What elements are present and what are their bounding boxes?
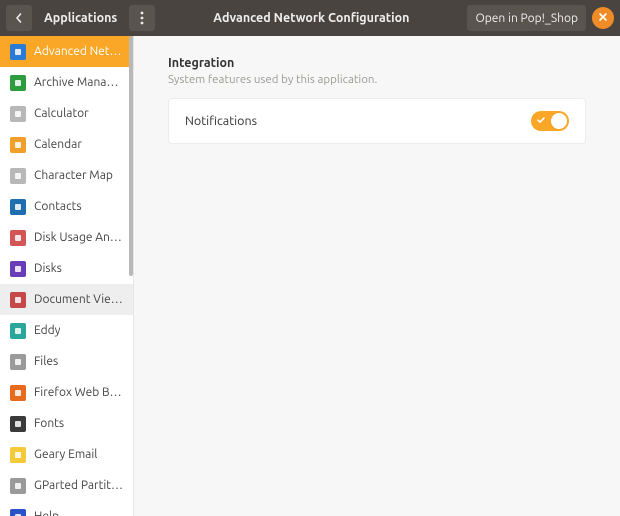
sidebar-item-contacts[interactable]: Contacts [0, 191, 133, 222]
sidebar-item-label: GParted Partition Editor [34, 479, 123, 492]
sidebar-item-character-map[interactable]: Character Map [0, 160, 133, 191]
section-subtitle: System features used by this application… [168, 73, 586, 86]
sidebar-item-label: Document Viewer [34, 293, 123, 306]
firefox-icon [10, 385, 26, 401]
sidebar-item-label: Geary Email [34, 448, 97, 461]
sidebar-item-label: Fonts [34, 417, 64, 430]
sidebar-item-label: Eddy [34, 324, 60, 337]
kebab-menu-icon [140, 11, 144, 25]
sidebar-item-eddy[interactable]: Eddy [0, 315, 133, 346]
section-title: Integration [168, 56, 586, 70]
sidebar-item-label: Disk Usage Analyzer [34, 231, 123, 244]
network-icon [10, 44, 26, 60]
sidebar-item-label: Help [34, 510, 59, 516]
document-viewer-icon [10, 292, 26, 308]
sidebar-item-firefox-web-browser[interactable]: Firefox Web Browser [0, 377, 133, 408]
gparted-icon [10, 478, 26, 494]
character-map-icon [10, 168, 26, 184]
headerbar: Applications Advanced Network Configurat… [0, 0, 620, 36]
sidebar-item-geary-email[interactable]: Geary Email [0, 439, 133, 470]
calendar-icon [10, 137, 26, 153]
sidebar-item-advanced-network-con[interactable]: Advanced Network Con… [0, 36, 133, 67]
disk-usage-icon [10, 230, 26, 246]
notifications-row: Notifications [169, 99, 585, 143]
sidebar-item-archive-manager[interactable]: Archive Manager [0, 67, 133, 98]
window-body: Advanced Network Con… Archive Manager Calc… [0, 36, 620, 516]
applications-sidebar: Advanced Network Con… Archive Manager Calc… [0, 36, 134, 516]
sidebar-item-fonts[interactable]: Fonts [0, 408, 133, 439]
sidebar-item-label: Advanced Network Con… [34, 45, 123, 58]
sidebar-item-document-viewer[interactable]: Document Viewer [0, 284, 133, 315]
sidebar-item-gparted-partition-editor[interactable]: GParted Partition Editor [0, 470, 133, 501]
sidebar-item-files[interactable]: Files [0, 346, 133, 377]
fonts-icon [10, 416, 26, 432]
notifications-label: Notifications [185, 114, 257, 128]
contacts-icon [10, 199, 26, 215]
check-icon [536, 114, 546, 128]
settings-window: Applications Advanced Network Configurat… [0, 0, 620, 516]
archive-icon [10, 75, 26, 91]
close-icon [598, 11, 608, 25]
sidebar-item-calendar[interactable]: Calendar [0, 129, 133, 160]
sidebar-item-label: Firefox Web Browser [34, 386, 123, 399]
headerbar-section-label: Applications [38, 11, 123, 25]
sidebar-item-label: Archive Manager [34, 76, 123, 89]
page-title: Advanced Network Configuration [161, 11, 461, 25]
sidebar-item-label: Contacts [34, 200, 82, 213]
help-icon [10, 509, 26, 516]
scrollbar[interactable] [129, 36, 133, 276]
calculator-icon [10, 106, 26, 122]
sidebar-item-disk-usage-analyzer[interactable]: Disk Usage Analyzer [0, 222, 133, 253]
sidebar-item-label: Calendar [34, 138, 82, 151]
eddy-icon [10, 323, 26, 339]
geary-icon [10, 447, 26, 463]
sidebar-item-label: Disks [34, 262, 62, 275]
files-icon [10, 354, 26, 370]
main-content: Integration System features used by this… [134, 36, 620, 516]
integration-card: Notifications [168, 98, 586, 144]
close-button[interactable] [592, 7, 614, 29]
sidebar-item-disks[interactable]: Disks [0, 253, 133, 284]
sidebar-item-label: Calculator [34, 107, 89, 120]
sidebar-item-help[interactable]: Help [0, 501, 133, 516]
notifications-toggle[interactable] [531, 111, 569, 131]
sidebar-item-calculator[interactable]: Calculator [0, 98, 133, 129]
disks-icon [10, 261, 26, 277]
back-button[interactable] [6, 5, 32, 31]
menu-button[interactable] [129, 5, 155, 31]
chevron-left-icon [14, 13, 24, 23]
sidebar-item-label: Character Map [34, 169, 113, 182]
sidebar-item-label: Files [34, 355, 58, 368]
open-in-shop-button[interactable]: Open in Pop!_Shop [467, 5, 586, 31]
